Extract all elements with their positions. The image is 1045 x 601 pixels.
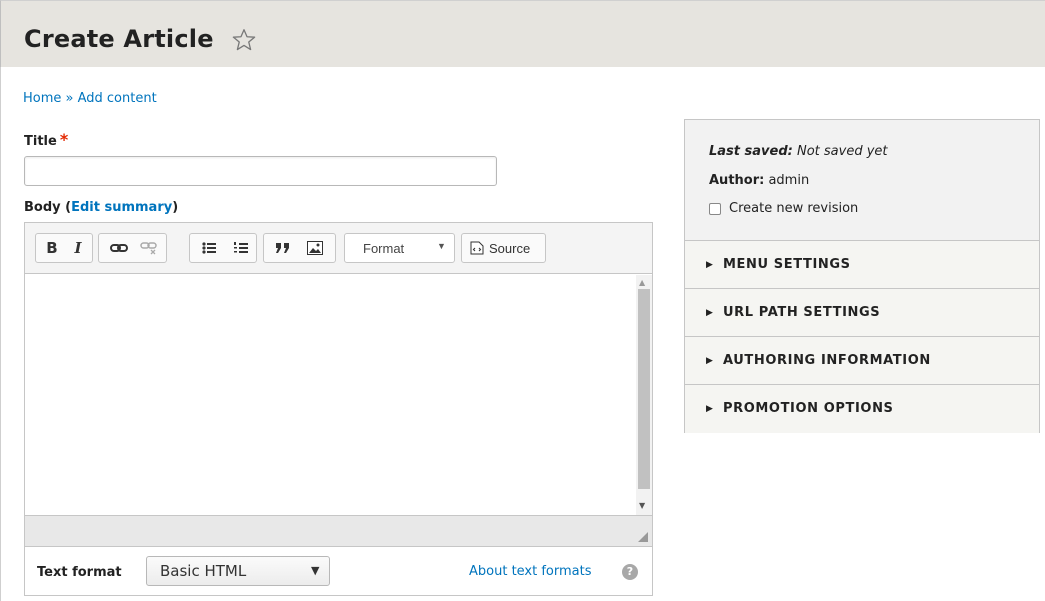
text-format-select[interactable]: Basic HTML ▼ (146, 556, 330, 586)
text-format-row: Text format Basic HTML ▼ About text form… (25, 548, 652, 595)
breadcrumb-separator: » (61, 91, 78, 106)
sidebar-meta: Last saved: Not saved yet Author: admin … (685, 120, 1039, 241)
title-label-text: Title (24, 134, 57, 149)
scroll-up-arrow-icon[interactable]: ▲ (639, 278, 645, 287)
blockquote-icon[interactable] (270, 235, 296, 261)
body-editor: B I Format ▼ Source ▲ ▼ Text format Basi… (24, 222, 653, 596)
triangle-right-icon: ▶ (706, 308, 713, 318)
url-path-settings-section[interactable]: ▶ URL PATH SETTINGS (685, 289, 1039, 337)
menu-settings-section[interactable]: ▶ MENU SETTINGS (685, 241, 1039, 289)
image-icon[interactable] (302, 235, 328, 261)
page-title: Create Article (24, 25, 214, 53)
body-text-area[interactable] (25, 275, 652, 515)
author-info: Author: admin (709, 173, 809, 188)
chevron-down-icon: ▼ (437, 241, 446, 251)
title-input[interactable] (24, 156, 497, 186)
promotion-options-section[interactable]: ▶ PROMOTION OPTIONS (685, 385, 1039, 433)
source-button-label: Source (489, 240, 531, 256)
toolbar-group-lists (189, 233, 257, 263)
unlink-icon[interactable] (136, 235, 162, 261)
title-label: Title * (24, 132, 68, 150)
toolbar-group-formatting: B I (35, 233, 93, 263)
toolbar-group-media (263, 233, 336, 263)
dropdown-arrow-icon: ▼ (311, 564, 320, 577)
format-dropdown-label: Format (363, 241, 405, 256)
about-text-formats-link[interactable]: About text formats (469, 564, 592, 579)
format-dropdown[interactable]: Format ▼ (344, 233, 455, 263)
help-icon[interactable]: ? (622, 564, 638, 580)
source-icon (470, 241, 484, 255)
required-marker: * (59, 130, 69, 149)
last-saved-value: Not saved yet (796, 144, 888, 159)
scrollbar-thumb[interactable] (638, 289, 650, 489)
page-header: Create Article (0, 0, 1045, 67)
authoring-information-label[interactable]: AUTHORING INFORMATION (723, 353, 931, 368)
menu-settings-label[interactable]: MENU SETTINGS (723, 257, 851, 272)
create-revision-checkbox[interactable] (709, 202, 721, 215)
authoring-information-section[interactable]: ▶ AUTHORING INFORMATION (685, 337, 1039, 385)
italic-button[interactable]: I (65, 235, 91, 261)
star-icon[interactable] (231, 27, 257, 53)
toolbar-group-links (98, 233, 167, 263)
editor-status-bar (25, 515, 652, 547)
create-revision-label[interactable]: Create new revision (729, 201, 858, 216)
scroll-down-arrow-icon[interactable]: ▼ (639, 501, 645, 510)
last-saved-label: Last saved: (709, 144, 793, 159)
last-saved-info: Last saved: Not saved yet (709, 144, 888, 159)
url-path-settings-label[interactable]: URL PATH SETTINGS (723, 305, 880, 320)
numbered-list-icon[interactable] (228, 235, 254, 261)
edit-summary-link[interactable]: Edit summary (71, 200, 172, 215)
source-button[interactable]: Source (461, 233, 546, 263)
create-revision-option[interactable]: Create new revision (709, 201, 858, 216)
sidebar-panel: Last saved: Not saved yet Author: admin … (684, 119, 1040, 433)
breadcrumb: Home » Add content (23, 91, 157, 106)
author-label: Author: (709, 173, 765, 188)
resize-grip-icon[interactable] (638, 532, 648, 542)
promotion-options-label[interactable]: PROMOTION OPTIONS (723, 401, 894, 416)
triangle-right-icon: ▶ (706, 356, 713, 366)
text-format-selected-value: Basic HTML (160, 562, 247, 580)
triangle-right-icon: ▶ (706, 404, 713, 414)
author-value: admin (768, 173, 810, 188)
editor-toolbar: B I Format ▼ Source (25, 223, 652, 274)
text-format-label: Text format (37, 565, 122, 580)
bold-button[interactable]: B (39, 235, 65, 261)
editor-scrollbar[interactable]: ▲ ▼ (636, 275, 652, 515)
body-label-suffix: ) (172, 200, 179, 215)
link-icon[interactable] (106, 235, 132, 261)
body-label-prefix: Body ( (24, 200, 72, 215)
triangle-right-icon: ▶ (706, 260, 713, 270)
body-label: Body (Edit summary) (24, 200, 178, 215)
bulleted-list-icon[interactable] (196, 235, 222, 261)
breadcrumb-home-link[interactable]: Home (23, 91, 61, 106)
breadcrumb-add-content-link[interactable]: Add content (78, 91, 157, 106)
